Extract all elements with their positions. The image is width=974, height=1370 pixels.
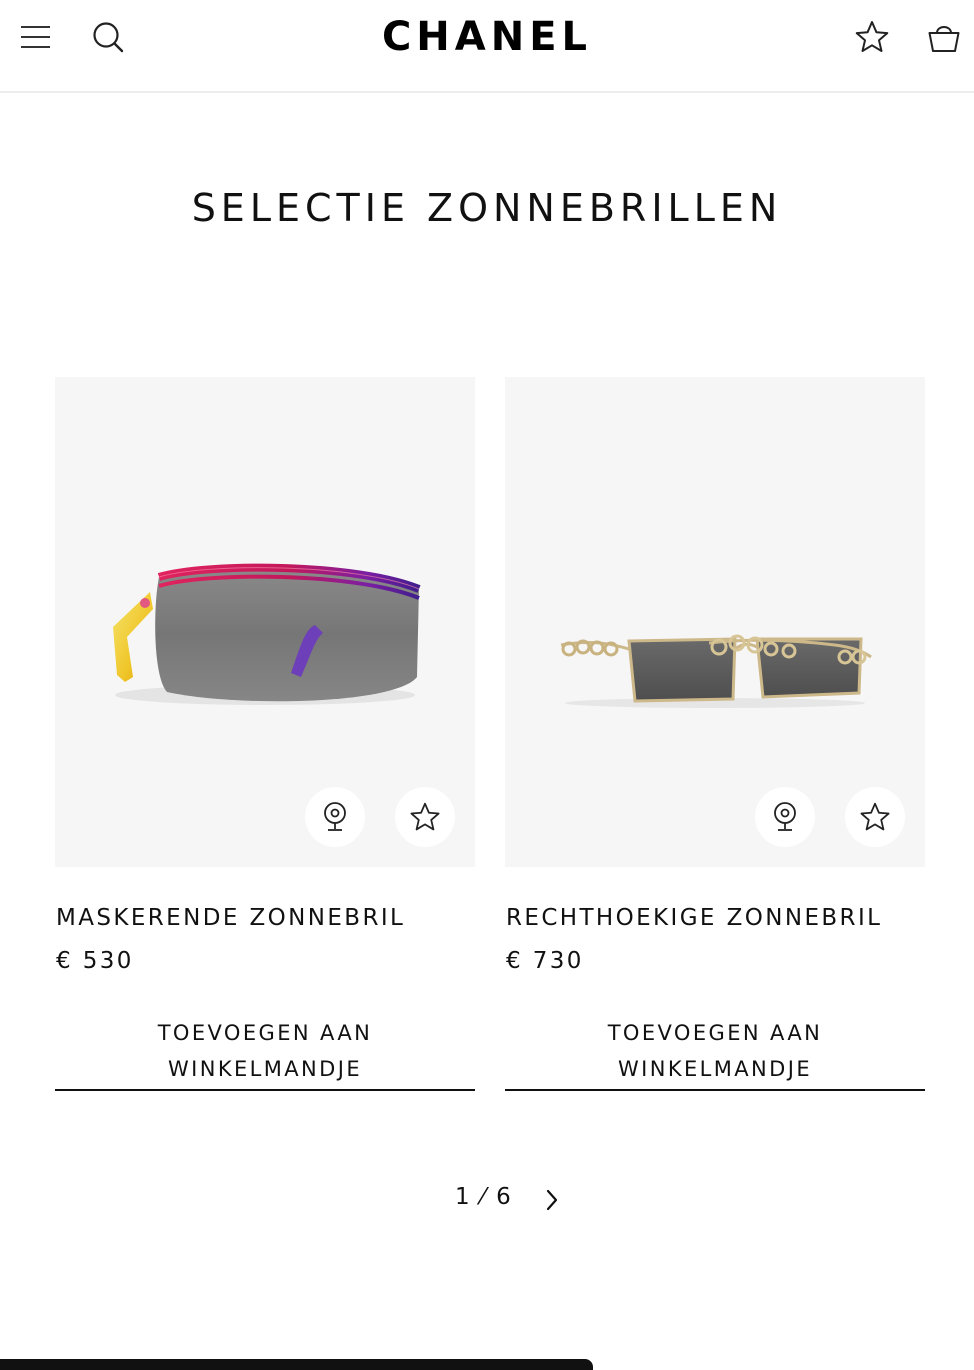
next-page-button[interactable]: [538, 1184, 566, 1216]
add-to-cart-label-line1: TOEVOEGEN AAN: [607, 1021, 823, 1045]
wishlist-star-icon[interactable]: [852, 17, 892, 57]
product-card: RECHTHOEKIGE ZONNEBRIL € 730 TOEVOEGEN A…: [505, 377, 925, 1091]
webcam-icon: [324, 802, 346, 831]
product-card: MASKERENDE ZONNEBRIL € 530 TOEVOEGEN AAN…: [55, 377, 475, 1091]
pagination: 1 ⁄ 6: [0, 1182, 974, 1218]
chevron-right-icon: [546, 1189, 558, 1211]
add-to-wishlist-button[interactable]: [395, 787, 455, 847]
add-to-cart-label-line2: WINKELMANDJE: [617, 1057, 813, 1081]
add-to-cart-label-line2: WINKELMANDJE: [167, 1057, 363, 1081]
virtual-tryon-button[interactable]: [305, 787, 365, 847]
add-to-wishlist-button[interactable]: [845, 787, 905, 847]
shopping-bag-icon[interactable]: [924, 17, 964, 57]
product-image[interactable]: [505, 377, 925, 867]
add-to-cart-button[interactable]: TOEVOEGEN AAN WINKELMANDJE: [55, 1013, 475, 1091]
add-to-cart-button[interactable]: TOEVOEGEN AAN WINKELMANDJE: [505, 1013, 925, 1091]
brand-logo[interactable]: CHANEL: [0, 14, 974, 60]
star-icon: [860, 802, 890, 831]
page-counter: 1 ⁄ 6: [455, 1184, 513, 1210]
add-to-cart-label-line1: TOEVOEGEN AAN: [157, 1021, 373, 1045]
product-image[interactable]: [55, 377, 475, 867]
bottom-sheet-edge: [0, 1359, 593, 1370]
product-name[interactable]: RECHTHOEKIGE ZONNEBRIL: [506, 905, 882, 931]
product-price: € 730: [506, 948, 584, 974]
page-title: SELECTIE ZONNEBRILLEN: [191, 186, 783, 230]
product-name[interactable]: MASKERENDE ZONNEBRIL: [56, 905, 405, 931]
site-header: CHANEL: [0, 0, 974, 93]
webcam-icon: [774, 802, 796, 831]
virtual-tryon-button[interactable]: [755, 787, 815, 847]
product-price: € 530: [56, 948, 134, 974]
star-icon: [410, 802, 440, 831]
